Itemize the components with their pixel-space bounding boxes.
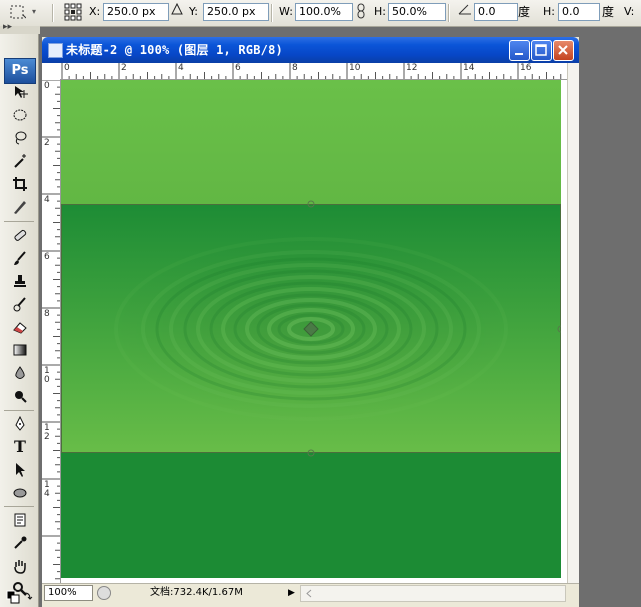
ruler-h-label: 16 [520, 63, 532, 73]
path-selection-icon[interactable] [9, 460, 31, 480]
maximize-button[interactable] [531, 40, 552, 61]
lasso-icon[interactable] [9, 128, 31, 148]
x-position-input[interactable]: 250.0 px [103, 3, 169, 21]
maximize-icon [535, 44, 547, 56]
w-label: W: [279, 5, 293, 18]
options-bar: ▾ X: 250.0 px Y: 250.0 px W: 100.0% H: 5… [0, 0, 641, 27]
tool-dropdown-icon[interactable]: ▾ [32, 3, 36, 21]
y-position-input[interactable]: 250.0 px [203, 3, 269, 21]
h-label: H: [374, 5, 386, 18]
close-icon [558, 45, 568, 55]
angle-icon [458, 3, 472, 21]
dodge-icon[interactable] [9, 386, 31, 406]
horizontal-ruler[interactable]: 0 2 4 6 8 10 12 14 16 [60, 63, 567, 80]
link-icon[interactable] [356, 3, 366, 21]
bottom-band [61, 453, 561, 578]
eyedropper-icon[interactable] [9, 533, 31, 553]
scroll-left-icon [306, 589, 312, 598]
blur-icon[interactable] [9, 363, 31, 383]
rotate-angle-input[interactable]: 0.0 [474, 3, 518, 21]
ruler-h-label: 14 [463, 63, 475, 73]
hand-icon[interactable] [9, 556, 31, 576]
ruler-v-label: 1 4 [44, 480, 50, 499]
toolbox: Ps T [0, 34, 39, 607]
ruler-h-label: 0 [64, 63, 70, 73]
clone-stamp-icon[interactable] [9, 271, 31, 291]
document-window: 未标题-2 @ 100% (图层 1, RGB/8) 0 2 4 6 8 10 12 14 16… [42, 37, 580, 607]
notes-icon[interactable] [9, 510, 31, 530]
transform-tool-icon[interactable] [10, 5, 27, 23]
ruler-h-label: 8 [292, 63, 298, 73]
canvas-image[interactable] [61, 80, 567, 583]
ruler-h-label: 12 [406, 63, 418, 73]
toolbox-grip[interactable]: ▸▸ [0, 22, 40, 34]
photoshop-logo[interactable]: Ps [4, 58, 36, 84]
h-skew-input[interactable]: 0.0 [558, 3, 600, 21]
minimize-icon [515, 53, 523, 55]
ruler-v-label: 1 2 [44, 423, 50, 442]
elliptical-marquee-icon[interactable] [9, 105, 31, 125]
ruler-v-label: 2 [44, 138, 50, 148]
brush-icon[interactable] [9, 248, 31, 268]
healing-brush-icon[interactable] [9, 225, 31, 245]
workspace-background [579, 37, 641, 607]
ruler-h-label: 10 [349, 63, 361, 73]
y-label: Y: [189, 5, 198, 18]
horizontal-scrollbar[interactable] [300, 585, 566, 602]
ruler-v-label: 8 [44, 309, 50, 319]
x-label: X: [89, 5, 101, 18]
ruler-origin[interactable] [42, 63, 61, 81]
minimize-button[interactable] [509, 40, 530, 61]
eraser-icon[interactable] [9, 317, 31, 337]
slice-icon[interactable] [9, 197, 31, 217]
history-brush-icon[interactable] [9, 294, 31, 314]
document-title-bar[interactable]: 未标题-2 @ 100% (图层 1, RGB/8) [42, 37, 579, 63]
ruler-h-label: 6 [235, 63, 241, 73]
top-band [61, 80, 561, 204]
crop-icon[interactable] [9, 174, 31, 194]
close-button[interactable] [553, 40, 574, 61]
document-icon [48, 43, 63, 58]
v-label: V: [624, 5, 635, 18]
collapse-icon[interactable]: ▸▸ [3, 22, 12, 32]
document-size-info: 文档:732.4K/1.67M [150, 587, 243, 598]
color-swatches-icon[interactable] [3, 587, 37, 607]
ruler-v-label: 1 0 [44, 366, 50, 385]
delta-icon[interactable] [171, 2, 183, 21]
magic-wand-icon[interactable] [9, 151, 31, 171]
hskew-label: H: [543, 5, 555, 18]
gradient-icon[interactable] [9, 340, 31, 360]
ellipse-shape-icon[interactable] [9, 483, 31, 503]
angle-unit: 度 [518, 5, 531, 19]
document-title: 未标题-2 @ 100% (图层 1, RGB/8) [66, 43, 283, 57]
status-bar: 100% 文档:732.4K/1.67M ▶ [42, 583, 579, 602]
canvas-area[interactable] [61, 80, 567, 583]
status-menu-arrow-icon[interactable]: ▶ [288, 587, 298, 599]
ruler-v-label: 6 [44, 252, 50, 262]
reference-point-icon[interactable] [64, 3, 82, 21]
ruler-v-label: 4 [44, 195, 50, 205]
pen-icon[interactable] [9, 414, 31, 434]
zoom-level-field[interactable]: 100% [44, 585, 93, 601]
text-tool-icon[interactable]: T [9, 437, 31, 457]
ruler-h-label: 4 [178, 63, 184, 73]
height-input[interactable]: 50.0% [388, 3, 446, 21]
move-tool-icon[interactable] [9, 82, 31, 102]
ruler-v-label: 0 [44, 81, 50, 91]
ruler-h-label: 2 [121, 63, 127, 73]
hskew-unit: 度 [602, 5, 615, 19]
vertical-ruler[interactable]: 0 2 4 6 8 1 0 1 2 1 4 [42, 80, 61, 583]
status-info-icon[interactable] [97, 586, 111, 600]
width-input[interactable]: 100.0% [295, 3, 353, 21]
